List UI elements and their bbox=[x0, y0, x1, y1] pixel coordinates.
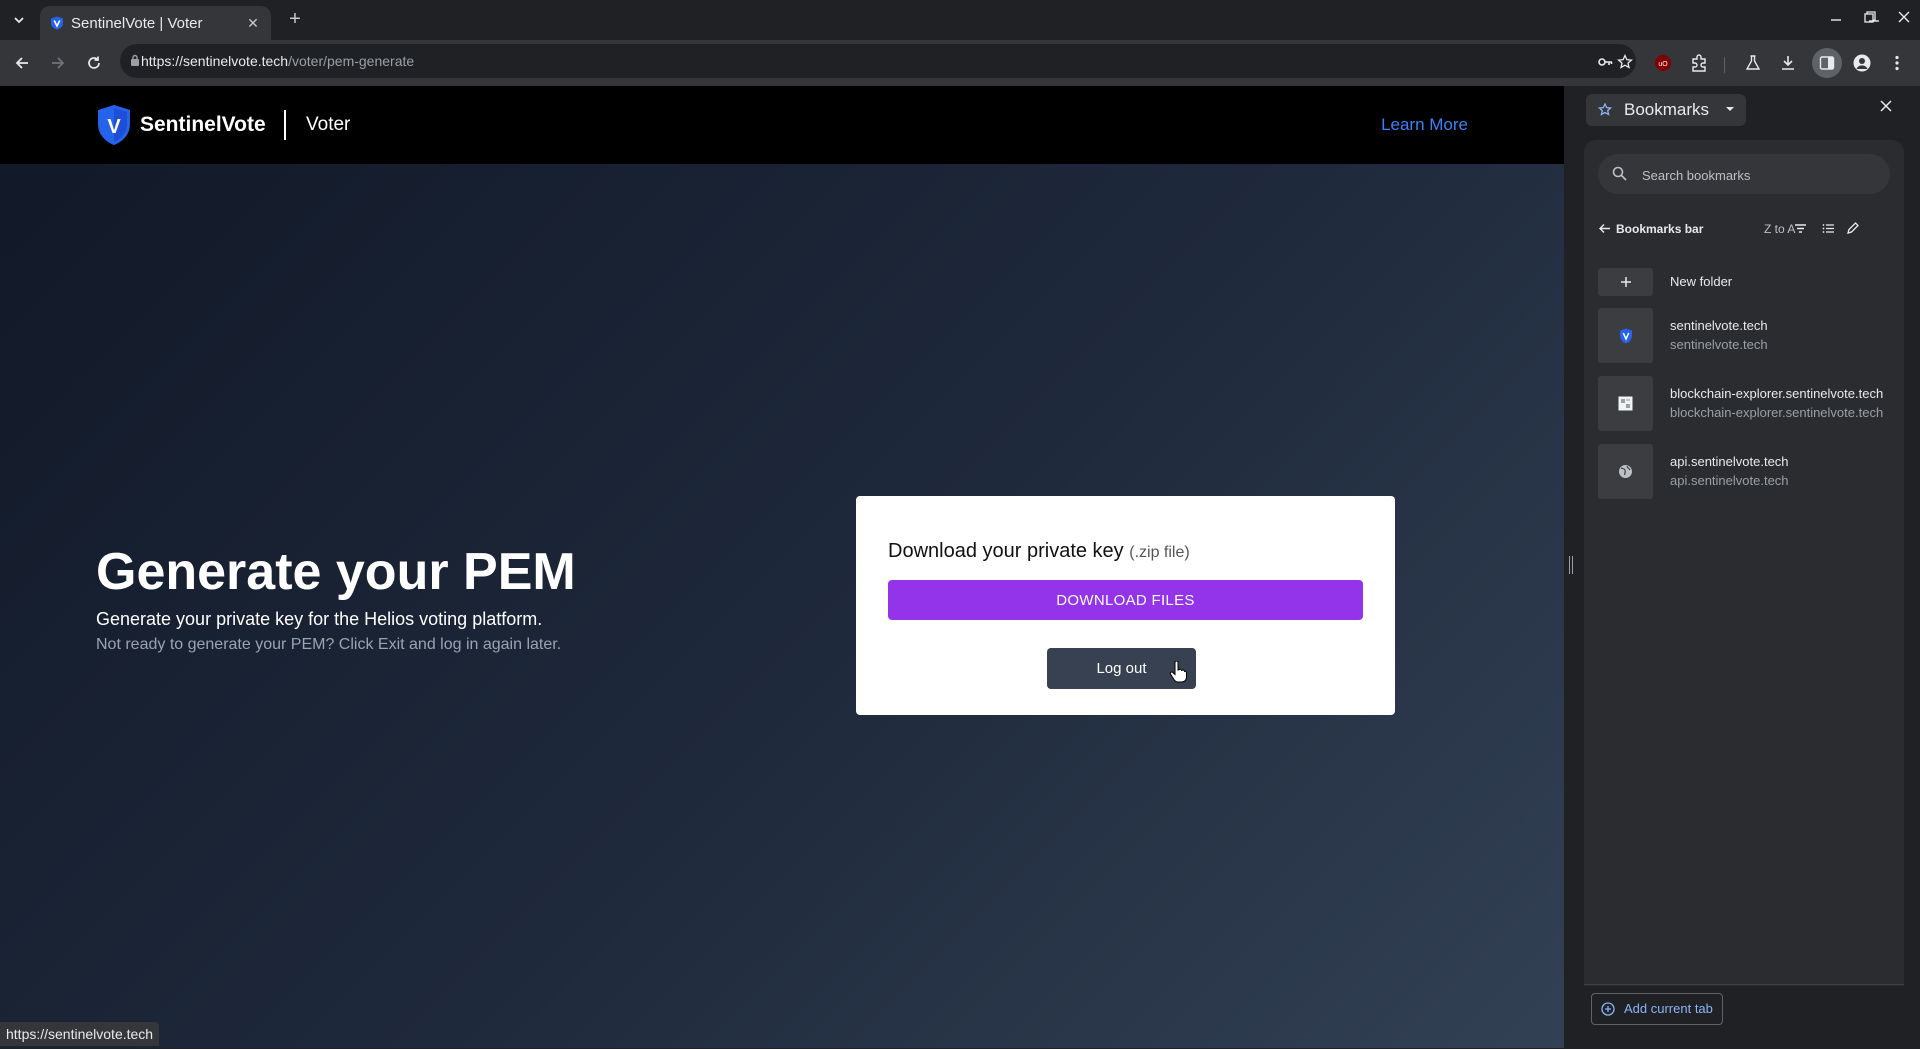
bookmark-title: api.sentinelvote.tech bbox=[1670, 454, 1789, 469]
learn-more-link[interactable]: Learn More bbox=[1381, 115, 1468, 135]
reload-button[interactable] bbox=[83, 52, 105, 74]
brand-name[interactable]: SentinelVote bbox=[140, 113, 266, 137]
bookmark-title: sentinelvote.tech bbox=[1670, 318, 1768, 333]
bookmark-favicon-tile bbox=[1598, 444, 1653, 499]
arrow-left-icon[interactable] bbox=[1598, 222, 1611, 235]
page-note: Not ready to generate your PEM? Click Ex… bbox=[96, 636, 562, 653]
page-subtitle: Generate your private key for the Helios… bbox=[96, 609, 543, 629]
bookmark-favicon-tile bbox=[1598, 376, 1653, 431]
side-panel-selector[interactable]: Bookmarks bbox=[1586, 94, 1746, 126]
status-bar-url: https://sentinelvote.tech bbox=[0, 1022, 160, 1046]
svg-text:V: V bbox=[107, 116, 121, 138]
page-title: Generate your PEM bbox=[96, 543, 576, 601]
bookmark-item[interactable]: blockchain-explorer.sentinelvote.tech bl… bbox=[1598, 376, 1898, 432]
arrow-right-icon bbox=[52, 57, 65, 69]
current-folder-label: Bookmarks bar bbox=[1616, 222, 1704, 236]
back-button[interactable] bbox=[11, 52, 33, 74]
new-tab-button[interactable]: + bbox=[284, 9, 306, 31]
tab-strip: SentinelVote | Voter ✕ + bbox=[0, 0, 1920, 40]
close-tab-icon[interactable]: ✕ bbox=[245, 15, 261, 31]
lock-icon bbox=[131, 54, 139, 66]
download-icon[interactable] bbox=[1777, 52, 1799, 74]
section-label: Voter bbox=[306, 114, 351, 135]
reload-icon bbox=[88, 56, 100, 69]
side-panel-resize-handle[interactable] bbox=[1568, 556, 1574, 574]
side-panel-footer: Add current tab bbox=[1584, 984, 1904, 1049]
tab-search-button[interactable] bbox=[8, 9, 30, 31]
bookmarks-folder-nav: Bookmarks bar Z to A bbox=[1598, 218, 1898, 242]
list-view-icon[interactable] bbox=[1822, 222, 1835, 235]
side-panel-header: Bookmarks bbox=[1584, 86, 1904, 134]
tab-title: SentinelVote | Voter bbox=[71, 15, 203, 32]
url-text: https://sentinelvote.tech/voter/pem-gene… bbox=[141, 53, 415, 69]
new-folder-row[interactable]: New folder bbox=[1598, 268, 1898, 298]
toolbar-separator bbox=[1724, 57, 1725, 73]
profile-icon[interactable] bbox=[1851, 52, 1873, 74]
bookmark-url: sentinelvote.tech bbox=[1670, 337, 1768, 352]
download-files-button[interactable]: DOWNLOAD FILES bbox=[888, 580, 1363, 620]
restore-window-button[interactable] bbox=[1860, 10, 1880, 30]
bookmark-url: api.sentinelvote.tech bbox=[1670, 473, 1789, 488]
bookmark-item[interactable]: sentinelvote.tech sentinelvote.tech bbox=[1598, 308, 1898, 364]
more-menu-icon[interactable] bbox=[1886, 52, 1908, 74]
ublock-extension-icon[interactable]: uO bbox=[1652, 52, 1674, 74]
bookmark-favicon-tile bbox=[1598, 308, 1653, 363]
restore-icon bbox=[1864, 11, 1876, 23]
sort-icon[interactable] bbox=[1794, 222, 1807, 235]
hand-cursor-icon bbox=[1169, 661, 1187, 683]
site-header: V SentinelVote Voter Learn More bbox=[0, 86, 1564, 164]
page-icon bbox=[1618, 396, 1633, 411]
minimize-icon bbox=[1831, 19, 1841, 21]
browser-toolbar: https://sentinelvote.tech/voter/pem-gene… bbox=[0, 40, 1920, 86]
edit-pencil-icon[interactable] bbox=[1846, 222, 1859, 235]
extensions-icon[interactable] bbox=[1688, 52, 1710, 74]
svg-text:uO: uO bbox=[1658, 61, 1668, 68]
key-icon[interactable] bbox=[1596, 53, 1614, 71]
forward-button[interactable] bbox=[47, 52, 69, 74]
caret-down-icon bbox=[1726, 107, 1734, 111]
bookmark-search[interactable] bbox=[1598, 154, 1890, 194]
minimize-window-button[interactable] bbox=[1826, 10, 1846, 30]
add-current-tab-button[interactable]: Add current tab bbox=[1591, 993, 1723, 1025]
new-folder-tile bbox=[1598, 268, 1653, 296]
labs-icon[interactable] bbox=[1742, 52, 1764, 74]
close-window-button[interactable] bbox=[1894, 10, 1914, 30]
side-panel-title: Bookmarks bbox=[1624, 100, 1710, 119]
add-circle-icon bbox=[1601, 1002, 1615, 1016]
bookmark-title: blockchain-explorer.sentinelvote.tech bbox=[1670, 386, 1884, 401]
bookmarks-side-panel: Bookmarks Bookmarks bar Z to A New folde… bbox=[1584, 86, 1904, 1048]
add-current-tab-label: Add current tab bbox=[1624, 1001, 1713, 1016]
card-heading: Download your private key (.zip file) bbox=[888, 540, 1190, 563]
bookmarks-star-icon bbox=[1598, 103, 1612, 116]
arrow-left-icon bbox=[15, 57, 28, 69]
card-heading-suffix: (.zip file) bbox=[1129, 544, 1190, 561]
sort-order-button[interactable]: Z to A bbox=[1764, 222, 1795, 236]
close-panel-icon[interactable] bbox=[1880, 100, 1892, 112]
card-heading-text: Download your private key bbox=[888, 540, 1124, 562]
shield-icon bbox=[1619, 328, 1632, 343]
shield-logo-icon[interactable]: V bbox=[96, 104, 132, 146]
side-panel-icon bbox=[1819, 56, 1835, 70]
side-panel-button[interactable] bbox=[1812, 48, 1842, 78]
search-bookmarks-input[interactable] bbox=[1640, 162, 1884, 188]
plus-icon bbox=[1620, 277, 1631, 287]
search-icon bbox=[1612, 166, 1627, 181]
brand-divider bbox=[284, 110, 286, 140]
chevron-down-icon bbox=[14, 17, 24, 24]
download-card: Download your private key (.zip file) DO… bbox=[856, 496, 1395, 715]
close-icon bbox=[1898, 11, 1910, 23]
star-icon[interactable] bbox=[1616, 53, 1634, 71]
bookmark-url: blockchain-explorer.sentinelvote.tech bbox=[1670, 405, 1884, 420]
globe-icon bbox=[1619, 465, 1632, 478]
web-page: V SentinelVote Voter Learn More Generate… bbox=[0, 86, 1564, 1048]
address-bar[interactable]: https://sentinelvote.tech/voter/pem-gene… bbox=[120, 44, 1636, 78]
tab-active[interactable]: SentinelVote | Voter ✕ bbox=[40, 6, 271, 40]
bookmarks-list-area: Bookmarks bar Z to A New folder sentinel… bbox=[1584, 140, 1904, 986]
shield-icon bbox=[51, 16, 63, 30]
new-folder-label: New folder bbox=[1670, 274, 1733, 289]
bookmark-item[interactable]: api.sentinelvote.tech api.sentinelvote.t… bbox=[1598, 444, 1898, 500]
